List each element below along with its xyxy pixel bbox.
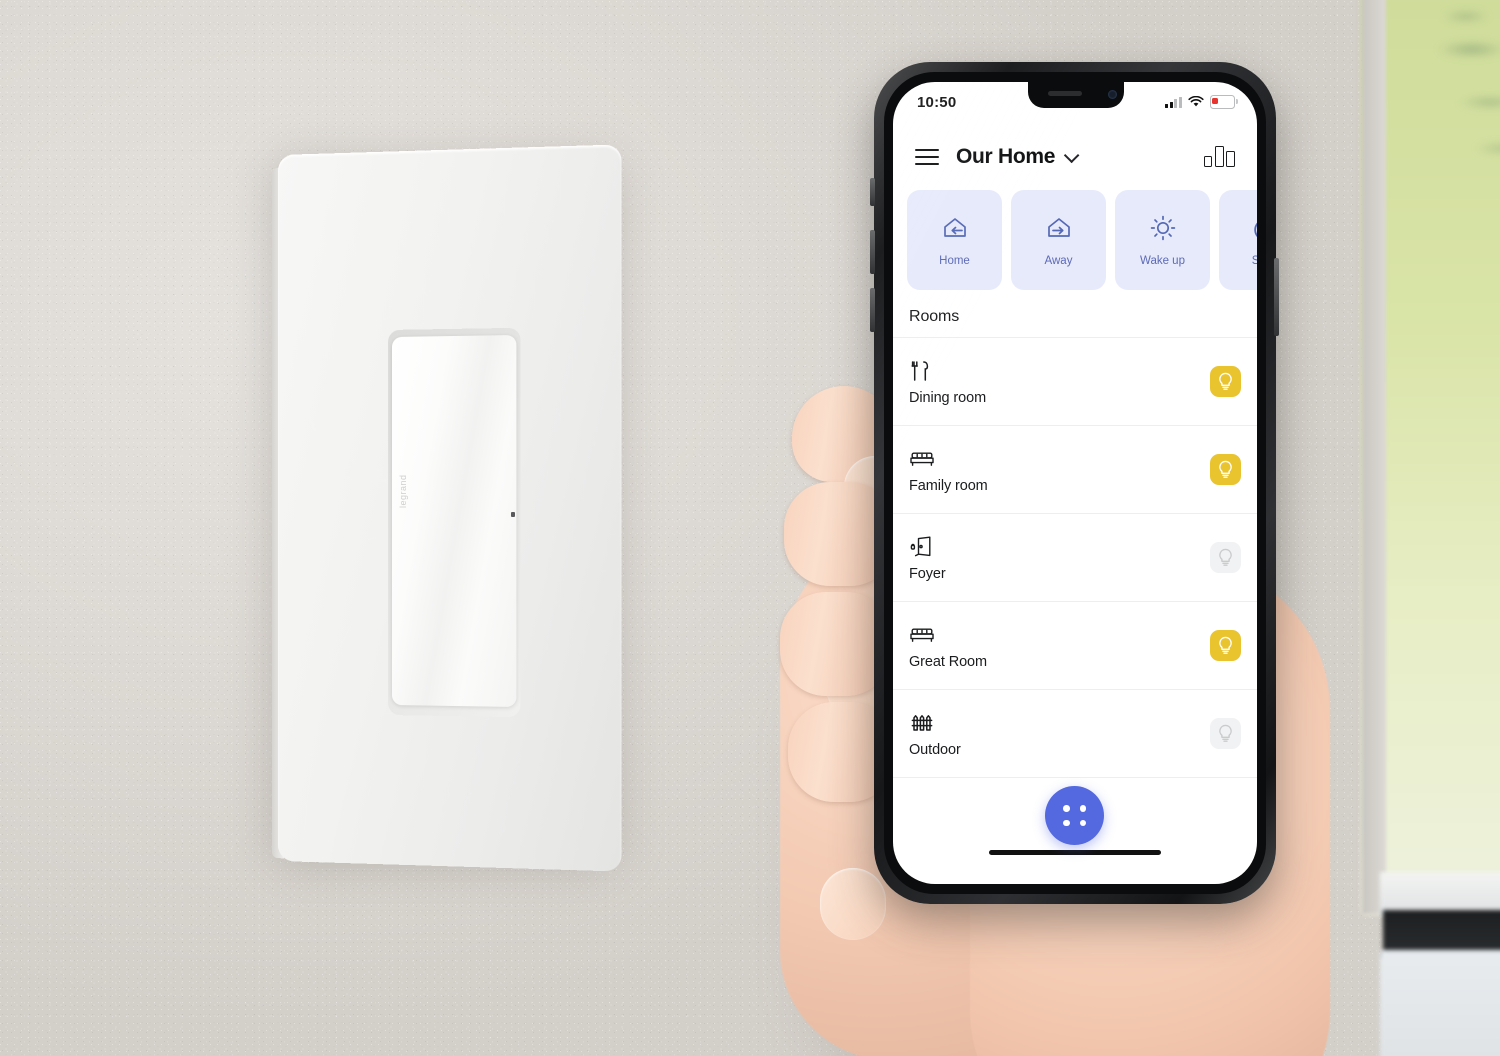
lightbulb-icon bbox=[1219, 372, 1232, 390]
hamburger-menu-icon[interactable] bbox=[915, 149, 939, 165]
light-toggle-dining-room[interactable] bbox=[1210, 366, 1241, 397]
fab-dot bbox=[1063, 819, 1070, 826]
page-title: Our Home bbox=[956, 145, 1056, 168]
wifi-icon bbox=[1188, 96, 1204, 107]
rooms-list: Dining room Family room Foyer Great Room… bbox=[893, 338, 1257, 778]
earpiece-speaker bbox=[1048, 91, 1082, 96]
fence-icon bbox=[909, 710, 961, 736]
window-frame bbox=[1362, 0, 1386, 914]
fab-dot bbox=[1079, 819, 1086, 826]
sofa-icon bbox=[909, 622, 987, 648]
room-name: Foyer bbox=[909, 565, 946, 582]
door-lock-icon bbox=[909, 534, 946, 560]
switch-brand-text: legrand bbox=[398, 474, 408, 508]
scene-card-home[interactable]: Home bbox=[907, 190, 1002, 290]
scene-label: Sleep bbox=[1251, 255, 1257, 267]
room-name: Outdoor bbox=[909, 741, 961, 758]
sun-icon bbox=[1150, 215, 1175, 241]
room-info: Great Room bbox=[909, 622, 987, 670]
room-row-foyer[interactable]: Foyer bbox=[893, 514, 1257, 602]
room-info: Dining room bbox=[909, 358, 986, 406]
moon-icon bbox=[1253, 222, 1257, 238]
power-button[interactable] bbox=[1274, 258, 1279, 336]
room-row-family-room[interactable]: Family room bbox=[893, 426, 1257, 514]
front-camera bbox=[1108, 90, 1117, 99]
light-toggle-foyer[interactable] bbox=[1210, 542, 1241, 573]
scene-label: Away bbox=[1044, 255, 1073, 267]
lightbulb-icon bbox=[1219, 460, 1232, 478]
light-switch-rocker[interactable] bbox=[392, 334, 517, 708]
scene-label: Home bbox=[939, 255, 970, 267]
status-clock: 10:50 bbox=[917, 93, 957, 111]
lightbulb-icon bbox=[1219, 724, 1232, 742]
room-name: Dining room bbox=[909, 389, 987, 406]
rooms-title: Rooms bbox=[909, 307, 960, 325]
chevron-down-icon[interactable] bbox=[1063, 147, 1080, 163]
lightbulb-icon bbox=[1219, 636, 1232, 654]
fab-dot bbox=[1079, 805, 1086, 812]
room-row-great-room[interactable]: Great Room bbox=[893, 602, 1257, 690]
room-row-outdoor[interactable]: Outdoor bbox=[893, 690, 1257, 778]
room-name: Great Room bbox=[909, 653, 987, 670]
room-name: Family room bbox=[909, 477, 988, 494]
window-lower-sill bbox=[1380, 950, 1500, 1056]
fab-dot bbox=[1063, 805, 1070, 812]
light-toggle-great-room[interactable] bbox=[1210, 630, 1241, 661]
photo-scene: legrand 10:50 Our Home Home Away Wake up… bbox=[0, 0, 1500, 1056]
mute-switch[interactable] bbox=[870, 178, 875, 206]
scenes-carousel[interactable]: Home Away Wake up S bbox=[893, 190, 1257, 292]
phone-screen: 10:50 Our Home Home Away Wake up S Rooms… bbox=[893, 82, 1257, 884]
window-foliage bbox=[1400, 0, 1500, 320]
volume-up-button[interactable] bbox=[870, 230, 875, 274]
volume-down-button[interactable] bbox=[870, 288, 875, 332]
light-toggle-family-room[interactable] bbox=[1210, 454, 1241, 485]
cellular-signal-icon bbox=[1165, 96, 1182, 108]
room-row-dining-room[interactable]: Dining room bbox=[893, 338, 1257, 426]
scene-label: Wake up bbox=[1140, 255, 1185, 267]
status-indicators bbox=[1165, 95, 1238, 109]
add-device-fab[interactable] bbox=[1045, 786, 1104, 845]
home-indicator[interactable] bbox=[989, 850, 1161, 855]
fingernail bbox=[820, 868, 886, 940]
room-info: Foyer bbox=[909, 534, 946, 582]
house-arrow-in-icon bbox=[943, 218, 966, 237]
scene-card-sleep[interactable]: Sleep bbox=[1219, 190, 1257, 290]
light-toggle-outdoor[interactable] bbox=[1210, 718, 1241, 749]
sofa-icon bbox=[909, 446, 988, 472]
house-arrow-out-icon bbox=[1047, 218, 1070, 237]
bar-chart-icon[interactable] bbox=[1204, 145, 1235, 167]
rooms-section-header: Rooms bbox=[893, 296, 1257, 338]
scene-card-away[interactable]: Away bbox=[1011, 190, 1106, 290]
room-info: Family room bbox=[909, 446, 988, 494]
fork-knife-icon bbox=[909, 358, 986, 384]
scene-card-wake-up[interactable]: Wake up bbox=[1115, 190, 1210, 290]
room-info: Outdoor bbox=[909, 710, 961, 758]
battery-low-icon bbox=[1210, 95, 1238, 109]
app-header: Our Home bbox=[893, 128, 1257, 186]
switch-led-indicator bbox=[511, 512, 515, 517]
lightbulb-icon bbox=[1219, 548, 1232, 566]
